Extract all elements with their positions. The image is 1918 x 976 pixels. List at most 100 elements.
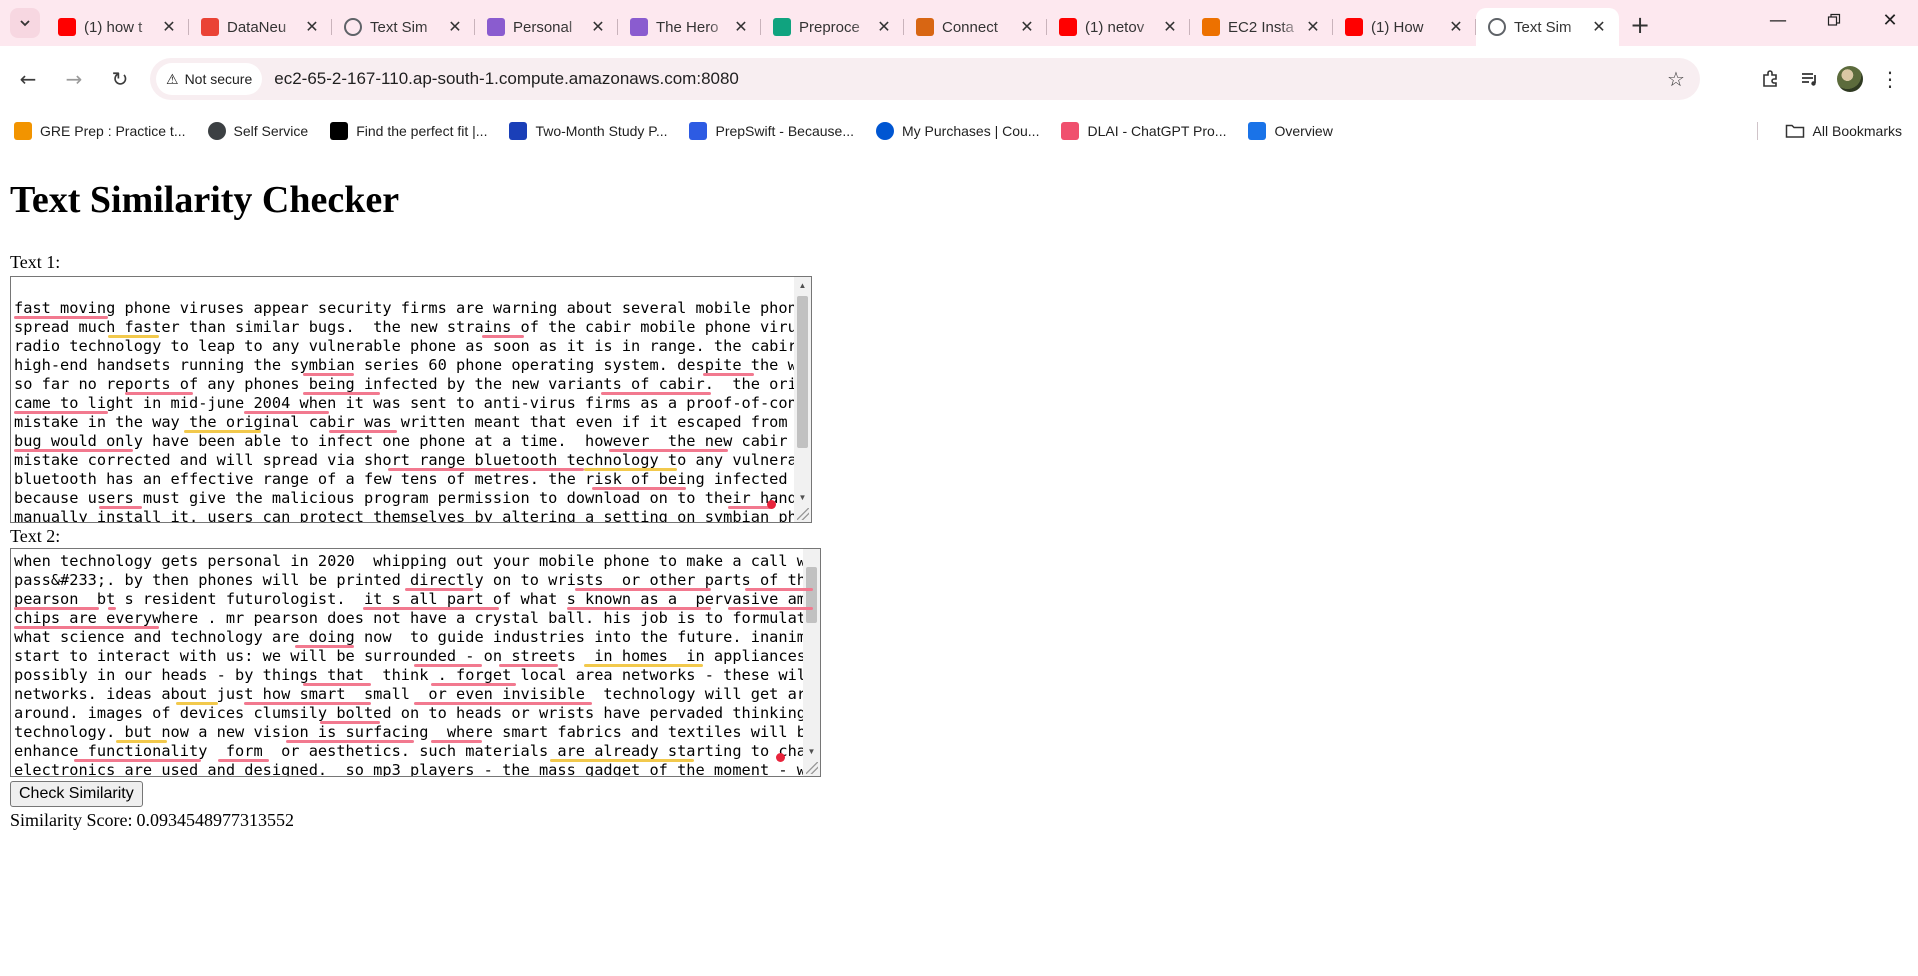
extensions-button[interactable] (1750, 61, 1790, 97)
wellfound-icon (330, 122, 349, 140)
profile-button[interactable] (1830, 61, 1870, 97)
close-icon[interactable]: ✕ (445, 17, 465, 37)
spellcheck-underline (303, 683, 371, 686)
text-line: what science and technology are doing no… (14, 628, 820, 646)
text1-scrollbar[interactable]: ▲ ▼ (794, 277, 811, 522)
back-button[interactable]: ← (10, 61, 46, 97)
scroll-up-arrow-icon[interactable]: ▲ (794, 277, 811, 294)
bookmark-item[interactable]: DLAI - ChatGPT Pro... (1061, 122, 1226, 140)
star-icon: ☆ (1667, 68, 1685, 91)
close-icon[interactable]: ✕ (588, 17, 608, 37)
close-icon[interactable]: ✕ (1303, 17, 1323, 37)
browser-menu-button[interactable]: ⋮ (1870, 61, 1910, 97)
url-text[interactable]: ec2-65-2-167-110.ap-south-1.compute.amaz… (274, 69, 739, 89)
plus-icon: + (1629, 11, 1651, 39)
bookmark-item[interactable]: Self Service (207, 122, 308, 140)
close-icon[interactable]: ✕ (1446, 17, 1466, 37)
forward-button[interactable]: → (56, 61, 92, 97)
text-line: around. images of devices clumsily bolte… (14, 704, 820, 722)
bookmark-item[interactable]: PrepSwift - Because... (689, 122, 854, 140)
spellcheck-underline (14, 411, 108, 414)
tab-title: Text Sim (1514, 18, 1572, 36)
scroll-down-arrow-icon[interactable]: ▼ (794, 489, 811, 506)
browser-tab[interactable]: Personal ✕ (475, 8, 618, 46)
close-icon[interactable]: ✕ (874, 17, 894, 37)
spellcheck-underline (14, 607, 99, 610)
text2-scroll-thumb[interactable] (806, 567, 817, 623)
resize-handle-icon[interactable] (797, 508, 809, 520)
window-controls: — ✕ (1750, 0, 1918, 40)
browser-tab[interactable]: (1) how t ✕ (46, 8, 189, 46)
browser-tab[interactable]: Preproce ✕ (761, 8, 904, 46)
youtube-icon (1345, 18, 1363, 36)
close-icon[interactable]: ✕ (731, 17, 751, 37)
spellcheck-underline (430, 740, 482, 743)
bookmark-label: My Purchases | Cou... (902, 123, 1040, 139)
bookmark-label: PrepSwift - Because... (715, 123, 854, 139)
spellcheck-underline (566, 607, 711, 610)
text1-content: fast moving phone viruses appear securit… (14, 280, 811, 523)
browser-tab[interactable]: Text Sim ✕ (332, 8, 475, 46)
browser-tab[interactable]: EC2 Insta ✕ (1190, 8, 1333, 46)
red-dot-marker-icon (767, 500, 776, 509)
tab-title: Text Sim (370, 18, 428, 36)
tab-title: The Hero (656, 18, 719, 36)
browser-tab[interactable]: DataNeu ✕ (189, 8, 332, 46)
browser-tab[interactable]: (1) netov ✕ (1047, 8, 1190, 46)
text1-textarea[interactable]: fast moving phone viruses appear securit… (10, 276, 812, 523)
close-icon[interactable]: ✕ (159, 17, 179, 37)
spellcheck-underline (600, 392, 711, 395)
browser-tab[interactable]: Text Sim ✕ (1476, 8, 1619, 46)
bookmark-item[interactable]: GRE Prep : Practice t... (14, 122, 186, 140)
bookmark-item[interactable]: My Purchases | Cou... (876, 122, 1039, 140)
tab-list: (1) how t ✕ DataNeu ✕ Text Sim ✕ Personal ✕ The … (46, 0, 1619, 46)
address-bar[interactable]: ⚠ Not secure ec2-65-2-167-110.ap-south-1… (150, 58, 1700, 100)
new-tab-button[interactable]: + (1623, 8, 1657, 42)
spellcheck-underline (702, 373, 754, 376)
spellcheck-underline (303, 392, 380, 395)
close-icon[interactable]: ✕ (1017, 17, 1037, 37)
overview-icon (1248, 122, 1267, 140)
text-line: manually install it. users can protect t… (14, 508, 811, 523)
bookmark-star-button[interactable]: ☆ (1664, 67, 1688, 91)
bookmark-item[interactable]: Overview (1248, 122, 1333, 140)
youtube-icon (1059, 18, 1077, 36)
reload-button[interactable]: ↻ (102, 61, 138, 97)
globe-icon (1488, 18, 1506, 36)
minimize-icon: — (1769, 9, 1787, 31)
close-icon[interactable]: ✕ (1160, 17, 1180, 37)
site-info-chip[interactable]: ⚠ Not secure (156, 63, 263, 95)
spellcheck-underline (362, 607, 499, 610)
close-icon[interactable]: ✕ (1589, 17, 1609, 37)
spellcheck-underline (388, 468, 584, 471)
close-icon: ✕ (1882, 9, 1898, 31)
tab-title: EC2 Insta (1228, 18, 1294, 36)
resize-handle-icon[interactable] (806, 762, 818, 774)
minimize-button[interactable]: — (1750, 0, 1806, 40)
browser-tab[interactable]: The Hero ✕ (618, 8, 761, 46)
bookmark-list: GRE Prep : Practice t... Self Service Find… (0, 122, 1341, 140)
page-title: Text Similarity Checker (10, 179, 400, 221)
check-similarity-button[interactable]: Check Similarity (10, 781, 143, 807)
close-icon[interactable]: ✕ (302, 17, 322, 37)
media-controls-button[interactable] (1790, 61, 1830, 97)
spellcheck-underline (575, 588, 711, 591)
all-bookmarks-button[interactable]: All Bookmarks (1785, 112, 1902, 150)
spellcheck-underline (549, 759, 694, 762)
browser-tab[interactable]: (1) How ✕ (1333, 8, 1476, 46)
scroll-down-arrow-icon[interactable]: ▼ (803, 743, 820, 760)
text1-scroll-thumb[interactable] (797, 296, 808, 448)
tab-title: Preproce (799, 18, 860, 36)
security-label: Not secure (184, 71, 253, 87)
tab-search-button[interactable] (10, 8, 40, 38)
spellcheck-underline (99, 506, 142, 509)
youtube-icon (58, 18, 76, 36)
restore-button[interactable] (1806, 0, 1862, 40)
tab-title: Connect (942, 18, 998, 36)
close-window-button[interactable]: ✕ (1862, 0, 1918, 40)
bookmark-item[interactable]: Find the perfect fit |... (330, 122, 487, 140)
text2-scrollbar[interactable]: ▲ ▼ (803, 549, 820, 776)
browser-tab[interactable]: Connect ✕ (904, 8, 1047, 46)
bookmark-item[interactable]: Two-Month Study P... (509, 122, 667, 140)
text2-textarea[interactable]: when technology gets personal in 2020 wh… (10, 548, 821, 777)
